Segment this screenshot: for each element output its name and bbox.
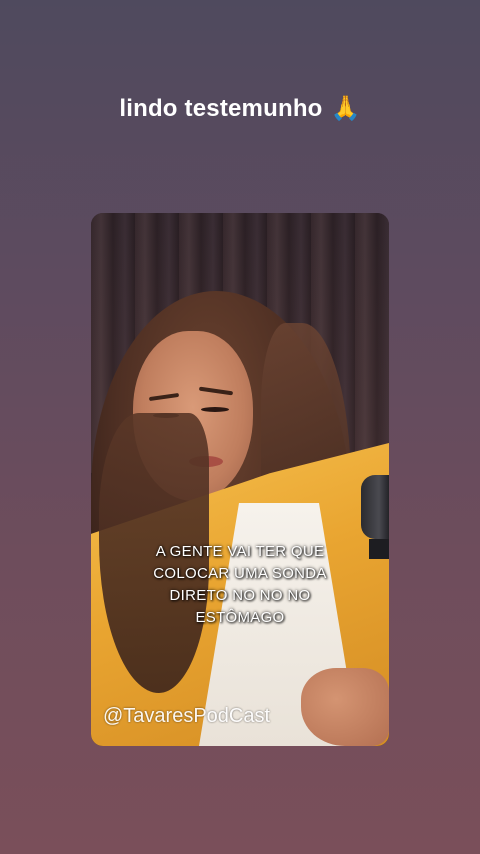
praying-hands-icon: 🙏 (330, 95, 361, 122)
video-subtitle: A GENTE VAI TER QUE COLOCAR UMA SONDA DI… (121, 541, 359, 629)
video-player[interactable]: A GENTE VAI TER QUE COLOCAR UMA SONDA DI… (91, 213, 389, 746)
microphone-arm (369, 539, 389, 559)
story-caption: lindo testemunho 🙏 (0, 94, 480, 123)
person-hands (301, 668, 389, 746)
channel-watermark: @TavaresPodCast (103, 705, 271, 727)
eye-right (201, 407, 229, 412)
subtitle-line: A GENTE VAI TER QUE (155, 543, 325, 560)
subtitle-line: COLOCAR UMA SONDA (153, 565, 327, 582)
subtitle-line: DIRETO NO NO NO (169, 587, 311, 604)
microphone-icon (361, 475, 389, 539)
caption-text: lindo testemunho (119, 95, 323, 122)
subtitle-line: ESTÔMAGO (195, 609, 285, 626)
